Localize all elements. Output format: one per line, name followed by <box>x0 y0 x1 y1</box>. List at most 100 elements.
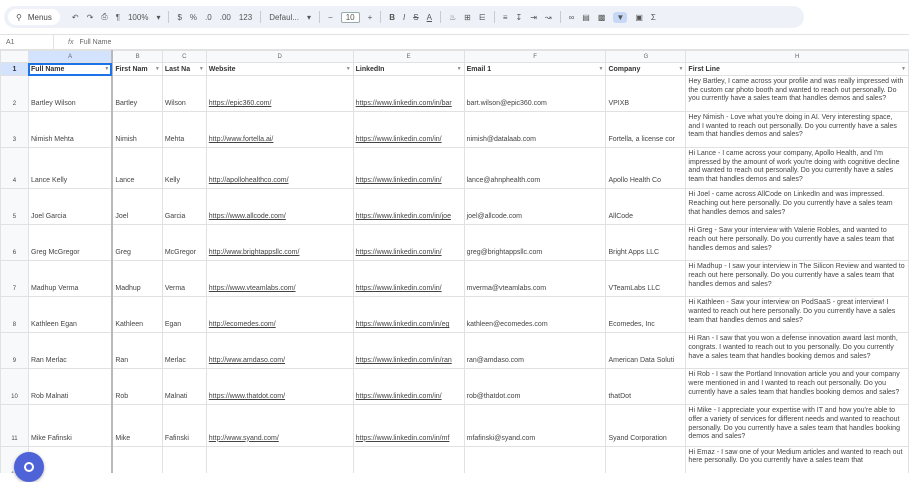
cell-first[interactable]: Bartley <box>111 75 163 112</box>
cell-last[interactable] <box>161 445 207 473</box>
header-cell-first-line[interactable]: First Line ▼ <box>685 62 909 76</box>
cell-last[interactable]: McGregor <box>161 224 207 262</box>
filter-icon[interactable]: ▼ <box>613 11 628 23</box>
cell-web[interactable]: http://www.amdaso.com/ <box>205 332 354 370</box>
cell-email[interactable]: bart.wilson@epic360.com <box>463 75 607 112</box>
cell-full[interactable]: Joel Garcia <box>27 188 114 226</box>
cell-web[interactable]: http://ecomedes.com/ <box>205 296 354 334</box>
horizontal-align-icon[interactable]: ≡ <box>503 13 508 22</box>
cell-full[interactable]: Rob Malnati <box>27 368 114 406</box>
cell-first[interactable]: Rob <box>111 368 163 406</box>
column-header[interactable]: G <box>605 50 687 63</box>
filter-dropdown-icon[interactable]: ▼ <box>678 66 683 72</box>
text-color-button[interactable]: A <box>427 13 432 22</box>
cell-li[interactable]: https://www.linkedin.com/in/joe <box>352 188 465 226</box>
cell-last[interactable]: Garcia <box>161 188 207 226</box>
insert-link-icon[interactable]: ∞ <box>569 13 575 22</box>
cell-web[interactable]: http://www.fortella.ai/ <box>205 111 354 148</box>
cell-full[interactable]: Mike Fafinski <box>27 404 114 447</box>
header-cell-linkedin[interactable]: LinkedIn ▼ <box>352 62 465 76</box>
cell-email[interactable]: rob@thatdot.com <box>463 368 607 406</box>
increase-font-size-button[interactable]: + <box>368 13 373 22</box>
cell-company[interactable]: Apollo Health Co <box>605 146 687 190</box>
cell-company[interactable]: VPIXB <box>605 75 687 112</box>
header-cell-company[interactable]: Company ▼ <box>605 62 687 76</box>
cell-company[interactable]: Syand Corporation <box>605 404 687 447</box>
row-header[interactable]: 11 <box>0 404 29 447</box>
column-header[interactable]: H <box>685 50 909 63</box>
borders-icon[interactable]: ⊞ <box>464 13 471 22</box>
cell-last[interactable]: Wilson <box>161 75 207 112</box>
cell-last[interactable]: Mehta <box>161 111 207 148</box>
cell-email[interactable]: joel@allcode.com <box>463 188 607 226</box>
row-header[interactable]: 5 <box>0 188 29 226</box>
spreadsheet-grid[interactable]: A B C D E F G H 1 Full Name ▼ First Nam ▼ … <box>0 50 909 473</box>
name-box[interactable]: A1 <box>0 35 54 49</box>
cell-full[interactable]: Bartley Wilson <box>27 75 114 112</box>
redo-icon[interactable]: ↷ <box>87 13 94 22</box>
column-header[interactable]: F <box>463 50 607 63</box>
cell-first[interactable]: Joel <box>111 188 163 226</box>
row-header[interactable]: 4 <box>0 146 29 190</box>
menus-search-button[interactable]: ⚲ Menus <box>8 9 60 25</box>
cell-email[interactable]: mverma@vteamlabs.com <box>463 260 607 298</box>
formula-input[interactable]: Full Name <box>79 39 111 46</box>
header-cell-first-name[interactable]: First Nam ▼ <box>111 62 163 76</box>
cell-company[interactable]: American Data Soluti <box>605 332 687 370</box>
cell-line[interactable]: Hi Lance - I came across your company, A… <box>685 146 909 190</box>
row-header[interactable]: 7 <box>0 260 29 298</box>
filter-dropdown-icon[interactable]: ▼ <box>599 66 604 72</box>
cell-last[interactable]: Fafinski <box>161 404 207 447</box>
cell-li[interactable] <box>352 445 465 473</box>
cell-li[interactable]: https://www.linkedin.com/in/eg <box>352 296 465 334</box>
filter-dropdown-icon[interactable]: ▼ <box>199 66 204 72</box>
cell-first[interactable]: Mike <box>111 404 163 447</box>
cell-li[interactable]: https://www.linkedin.com/in/ <box>352 146 465 190</box>
paint-format-icon[interactable]: ¶ <box>116 13 120 22</box>
header-cell-website[interactable]: Website ▼ <box>205 62 354 76</box>
functions-icon[interactable]: Σ <box>651 13 656 22</box>
strikethrough-button[interactable]: S <box>413 13 418 22</box>
cell-web[interactable]: https://www.vteamlabs.com/ <box>205 260 354 298</box>
column-header[interactable]: B <box>111 50 163 63</box>
header-cell-full-name[interactable]: Full Name ▼ <box>27 62 114 76</box>
cell-full[interactable]: Ran Merlac <box>27 332 114 370</box>
cell-last[interactable]: Egan <box>161 296 207 334</box>
filter-dropdown-icon[interactable]: ▼ <box>346 66 351 72</box>
cell-email[interactable]: nimish@datalaab.com <box>463 111 607 148</box>
cell-company[interactable]: Ecomedes, Inc <box>605 296 687 334</box>
cell-last[interactable]: Merlac <box>161 332 207 370</box>
cell-li[interactable]: https://www.linkedin.com/in/ <box>352 224 465 262</box>
cell-full[interactable]: Nimish Mehta <box>27 111 114 148</box>
cell-email[interactable]: ran@amdaso.com <box>463 332 607 370</box>
cell-email[interactable]: kathleen@ecomedes.com <box>463 296 607 334</box>
cell-company[interactable]: Bright Apps LLC <box>605 224 687 262</box>
number-format-button[interactable]: 123 <box>239 13 252 22</box>
cell-email[interactable]: mfafinski@syand.com <box>463 404 607 447</box>
cell-li[interactable]: https://www.linkedin.com/in/ <box>352 260 465 298</box>
text-rotation-icon[interactable]: ↝ <box>545 13 552 22</box>
cell-line[interactable]: Hi Joel - came across AllCode on LinkedI… <box>685 188 909 226</box>
font-select[interactable]: Defaul... <box>269 13 299 22</box>
cell-company[interactable]: thatDot <box>605 368 687 406</box>
cell-line[interactable]: Hi Mike - I appreciate your expertise wi… <box>685 404 909 447</box>
cell-line[interactable]: Hi Emaz - I saw one of your Medium artic… <box>685 445 909 473</box>
column-header[interactable]: C <box>161 50 207 63</box>
cell-company[interactable] <box>605 445 687 473</box>
cell-web[interactable]: http://www.brightappsllc.com/ <box>205 224 354 262</box>
filter-dropdown-icon[interactable]: ▼ <box>155 66 160 72</box>
cell-line[interactable]: Hi Rob - I saw the Portland Innovation a… <box>685 368 909 406</box>
cell-first[interactable]: Madhup <box>111 260 163 298</box>
cell-line[interactable]: Hey Bartley, I came across your profile … <box>685 75 909 112</box>
cell-line[interactable]: Hi Madhup - I saw your interview in The … <box>685 260 909 298</box>
row-header[interactable]: 9 <box>0 332 29 370</box>
cell-first[interactable]: Ran <box>111 332 163 370</box>
row-header[interactable]: 1 <box>0 62 29 76</box>
column-header[interactable]: A <box>27 50 114 63</box>
increase-decimal-button[interactable]: .00 <box>220 13 231 22</box>
vertical-align-icon[interactable]: ↧ <box>515 13 522 22</box>
merge-cells-icon[interactable]: ⋿ <box>479 13 486 22</box>
cell-line[interactable]: Hi Ran - I saw that you won a defense in… <box>685 332 909 370</box>
cell-last[interactable]: Kelly <box>161 146 207 190</box>
cell-first[interactable]: Greg <box>111 224 163 262</box>
